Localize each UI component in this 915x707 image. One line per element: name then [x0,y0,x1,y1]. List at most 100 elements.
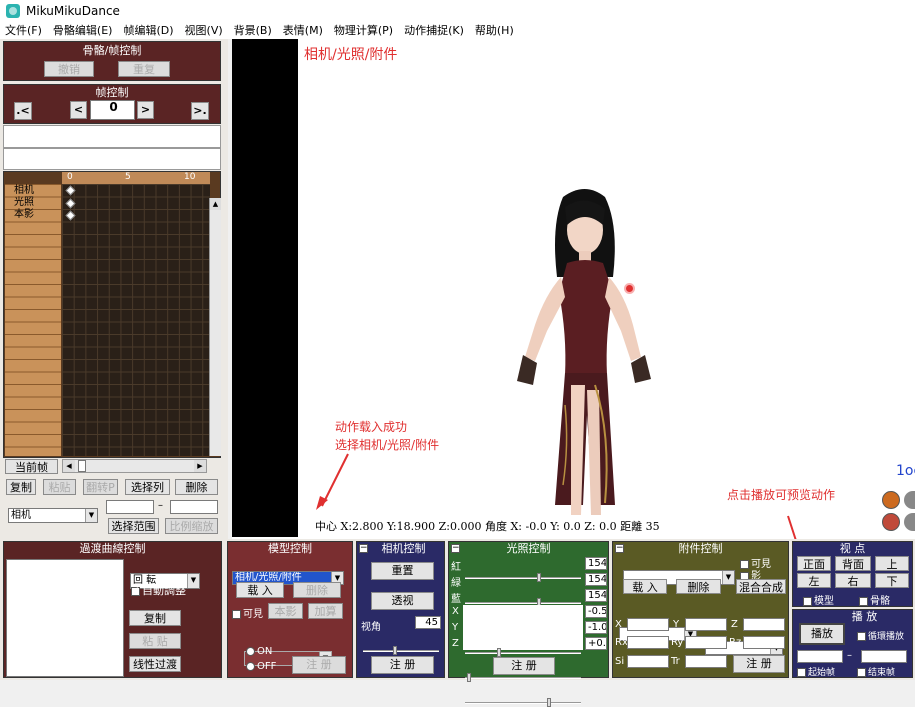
light-direction-pad[interactable] [463,605,583,650]
model-delete-button[interactable]: 删除 [293,582,341,598]
front-view-button[interactable]: 正面 [797,556,831,571]
start-frame-checkbox[interactable]: 起始帧 [797,665,835,678]
red-input[interactable]: 154 [585,557,607,570]
acc-z-input[interactable] [743,618,785,631]
light-register-button[interactable]: 注 册 [493,657,555,675]
select-range-button[interactable]: 选择范围 [108,518,159,534]
acc-ry-input[interactable] [685,636,727,649]
redo-button[interactable]: 重复 [118,61,170,77]
acc-rx-input[interactable] [627,636,669,649]
checkbox-icon[interactable] [131,585,140,597]
rotate-gizmo-icon[interactable] [882,513,900,531]
timeline-grid[interactable] [62,184,210,456]
acc-si-input[interactable] [627,655,669,668]
next-frame-button[interactable]: > [137,101,154,119]
bottom-view-button[interactable]: 下 [875,573,909,588]
row-light[interactable]: 光照 [14,197,34,209]
fov-input[interactable]: 45 [415,616,441,629]
checkbox-icon[interactable] [859,596,868,606]
end-frame-input[interactable] [861,650,907,663]
prev-frame-button[interactable]: < [70,101,87,119]
fov-slider[interactable] [363,646,439,655]
checkbox-icon[interactable] [857,632,866,641]
menu-motion-capture[interactable]: 动作捕捉(K) [399,22,470,38]
menu-expression[interactable]: 表情(M) [278,22,329,38]
menu-help[interactable]: 帮助(H) [470,22,520,38]
perspective-button[interactable]: 透视 [371,592,434,610]
collapse-icon[interactable]: − [615,544,624,553]
radio-icon[interactable] [246,646,255,656]
green-input[interactable]: 154 [585,573,607,586]
range-end-input[interactable] [170,500,218,514]
model-register-button[interactable]: 注 册 [292,656,346,674]
x-slider[interactable] [465,648,581,657]
top-view-button[interactable]: 上 [875,556,909,571]
row-shadow[interactable]: 本影 [14,209,34,221]
paste-button[interactable]: 粘贴 [43,479,76,495]
end-frame-checkbox[interactable]: 结束帧 [857,665,895,678]
interp-copy-button[interactable]: 复制 [129,610,181,626]
linear-button[interactable]: 线性过渡 [129,656,181,672]
checkbox-icon[interactable] [857,668,866,677]
play-button[interactable]: 播放 [799,623,845,645]
camera-reset-button[interactable]: 重置 [371,562,434,580]
checkbox-icon[interactable] [232,609,241,619]
menu-view[interactable]: 视图(V) [180,22,229,38]
model-view-checkbox[interactable]: 模型 [803,592,834,607]
scale-button[interactable]: 比例缩放 [165,518,218,534]
red-slider[interactable] [465,573,581,582]
scroll-right-icon[interactable]: ▶ [194,460,206,472]
accessory-delete-button[interactable]: 删除 [676,579,721,594]
range-start-input[interactable] [106,500,154,514]
model-visible-checkbox[interactable]: 可見 [232,605,263,620]
acc-y-input[interactable] [685,618,727,631]
bone-view-checkbox[interactable]: 骨骼 [859,592,890,607]
back-view-button[interactable]: 背面 [835,556,871,571]
accessory-load-button[interactable]: 载 入 [623,579,667,594]
axis-gizmo-icon[interactable] [904,491,915,509]
last-frame-button[interactable]: >. [191,102,209,120]
model-load-button[interactable]: 载 入 [236,582,284,598]
timeline-hscroll[interactable]: ◀ ▶ [62,459,207,473]
model-select[interactable]: 相机 ▼ [8,508,98,523]
axis-gizmo-icon[interactable] [882,491,900,509]
accessory-register-button[interactable]: 注 册 [733,655,785,673]
right-view-button[interactable]: 右 [835,573,871,588]
menu-frame-edit[interactable]: 帧编辑(D) [118,22,179,38]
collapse-icon[interactable]: − [451,544,460,553]
reverse-paste-button[interactable]: 翻转P [83,479,118,495]
scroll-up-icon[interactable]: ▲ [210,198,221,210]
camera-register-button[interactable]: 注 册 [371,656,434,674]
interp-paste-button[interactable]: 粘 贴 [129,633,181,649]
z-slider[interactable] [465,698,581,707]
menu-physics[interactable]: 物理计算(P) [329,22,399,38]
collapse-icon[interactable]: − [359,544,368,553]
left-view-button[interactable]: 左 [797,573,831,588]
scroll-left-icon[interactable]: ◀ [63,460,75,472]
row-camera[interactable]: 相机 [14,185,34,197]
acc-tr-input[interactable] [685,655,727,668]
checkbox-icon[interactable] [797,668,806,677]
slider-thumb[interactable] [393,646,397,655]
acc-x-input[interactable] [627,618,669,631]
first-frame-button[interactable]: .< [14,102,32,120]
loop-checkbox[interactable]: 循環播放 [857,629,904,642]
model-add-button[interactable]: 加算 [308,603,343,619]
menu-bone-edit[interactable]: 骨骼编辑(E) [48,22,119,38]
scroll-thumb[interactable] [78,460,86,472]
checkbox-icon[interactable] [803,596,812,606]
slider-thumb[interactable] [547,698,551,707]
interp-curve-editor[interactable] [6,559,124,677]
copy-button[interactable]: 复制 [6,479,36,495]
acc-rz-input[interactable] [743,636,785,649]
off-radio[interactable]: OFF [246,661,276,672]
menu-file[interactable]: 文件(F) [0,22,48,38]
delete-button[interactable]: 删除 [175,479,218,495]
blue-input[interactable]: 154 [585,589,607,602]
slider-thumb[interactable] [497,648,501,657]
timeline-vscroll[interactable]: ▲ [209,198,221,456]
z-input[interactable]: +0.5 [585,637,607,650]
radio-icon[interactable] [246,661,255,671]
x-input[interactable]: -0.5 [585,605,607,618]
start-frame-input[interactable] [797,650,843,663]
